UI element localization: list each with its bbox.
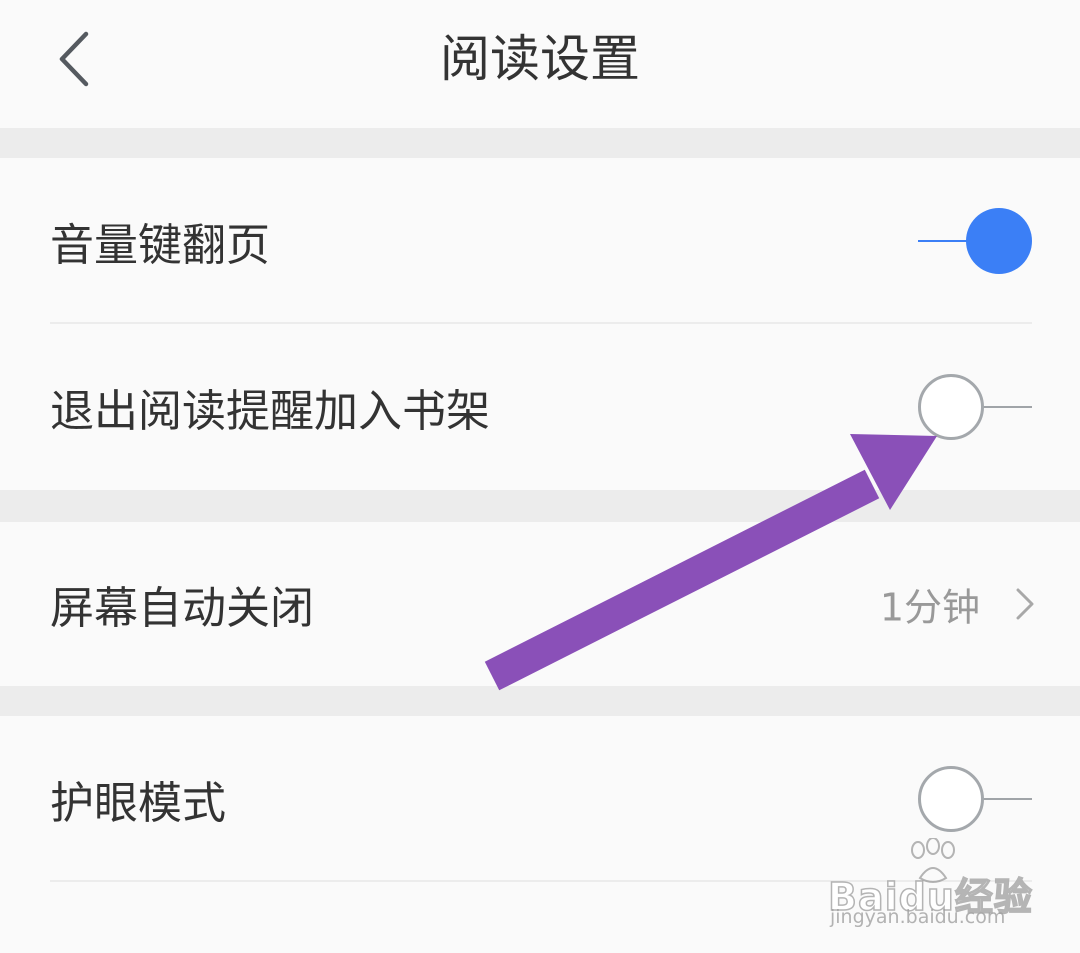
toggle-knob [918,766,984,832]
volume-key-flip-label: 音量键翻页 [50,220,270,271]
toggle-track [982,406,1032,408]
chevron-right-icon [1014,586,1036,622]
exit-reminder-toggle[interactable] [918,374,1032,440]
eye-protection-row: 护眼模式 [0,716,1080,882]
volume-key-flip-toggle[interactable] [918,208,1032,274]
screen-timeout-value: 1分钟 [879,585,980,630]
settings-group-3: 护眼模式 [0,716,1080,953]
eye-protection-label: 护眼模式 [50,778,226,829]
toggle-track [982,798,1032,800]
screen-timeout-row[interactable]: 屏幕自动关闭 1分钟 [0,522,1080,686]
toggle-knob [966,208,1032,274]
settings-group-2: 屏幕自动关闭 1分钟 [0,522,1080,686]
settings-group-1: 音量键翻页 退出阅读提醒加入书架 [0,158,1080,490]
screen-timeout-label: 屏幕自动关闭 [50,583,314,634]
divider [50,880,1032,882]
toggle-track [918,240,968,242]
exit-reminder-label: 退出阅读提醒加入书架 [50,386,490,437]
eye-protection-toggle[interactable] [918,766,1032,832]
toggle-knob [918,374,984,440]
volume-key-flip-row: 音量键翻页 [0,158,1080,324]
exit-reminder-row: 退出阅读提醒加入书架 [0,324,1080,490]
header-bar: 阅读设置 [0,0,1080,128]
page-title: 阅读设置 [440,30,640,88]
